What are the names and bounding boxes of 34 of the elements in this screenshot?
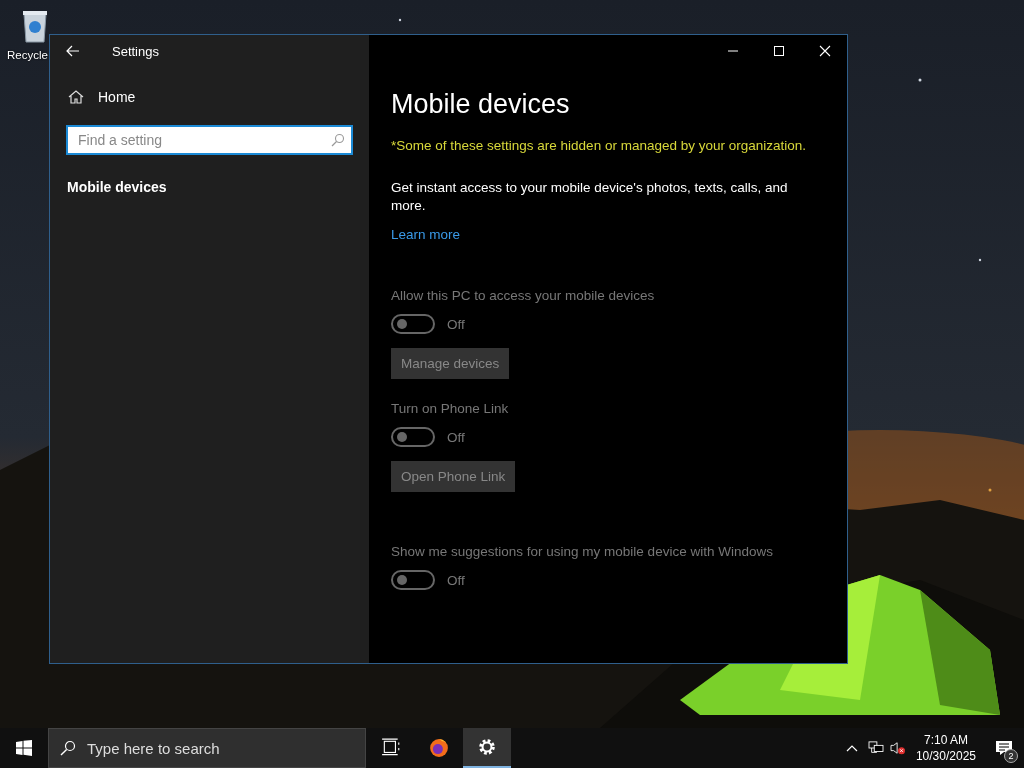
window-title: Settings <box>112 43 159 59</box>
notification-count: 2 <box>1004 749 1018 763</box>
desktop-icon-label[interactable]: Recycle <box>7 49 48 61</box>
nav-item[interactable]: Mobile devices <box>67 179 167 195</box>
setting-label: Show me suggestions for using my mobile device with Windows <box>391 544 773 559</box>
description-text: Get instant access to your mobile device's photos, texts, calls, and more. <box>391 179 789 215</box>
taskbar-search-field[interactable]: Type here to search <box>48 728 366 768</box>
speaker-muted-icon[interactable] <box>889 741 906 755</box>
start-icon[interactable] <box>16 740 32 756</box>
page-heading: Mobile devices <box>391 89 570 120</box>
task-view-icon <box>381 738 401 758</box>
home-icon <box>68 89 84 105</box>
clock-date[interactable]: 10/30/2025 <box>915 748 976 764</box>
toggle-state: Off <box>447 429 465 445</box>
chevron-up-icon[interactable] <box>845 744 858 752</box>
setting-label: Allow this PC to access your mobile devices <box>391 288 655 303</box>
toggle-state: Off <box>447 572 465 588</box>
search-field[interactable]: Find a setting <box>66 125 353 155</box>
notifications-button[interactable]: 2 <box>984 728 1024 768</box>
maximize-icon[interactable] <box>773 45 785 57</box>
learn-more-link[interactable]: Learn more <box>391 227 461 242</box>
taskbar-app[interactable] <box>463 728 511 768</box>
clock-time[interactable]: 7:10 AM <box>923 732 968 748</box>
search-icon <box>331 133 345 147</box>
setting-label: Turn on Phone Link <box>391 401 509 416</box>
home-link[interactable]: Home <box>68 89 136 105</box>
close-icon[interactable] <box>819 45 831 57</box>
browser-icon <box>429 738 449 758</box>
policy-notice: *Some of these settings are hidden or managed by your organization. <box>391 138 806 153</box>
settings-icon <box>477 737 497 757</box>
back-arrow-icon[interactable] <box>66 45 80 57</box>
toggle-state: Off <box>447 316 465 332</box>
search-icon <box>60 740 76 756</box>
network-icon[interactable] <box>867 741 884 755</box>
